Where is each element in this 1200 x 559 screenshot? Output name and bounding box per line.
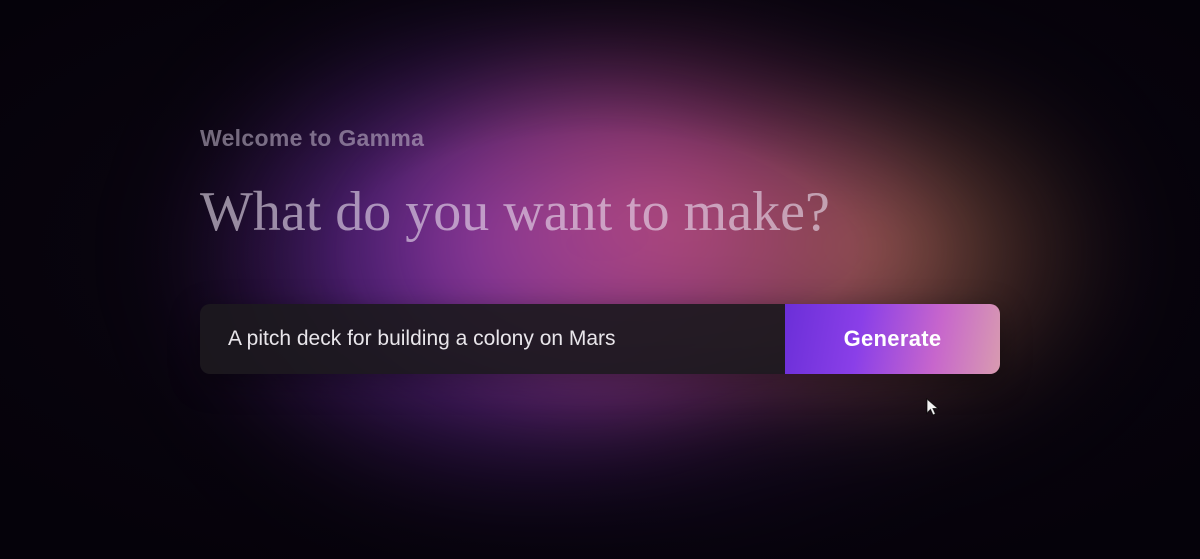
- prompt-input-row: Generate: [200, 304, 1000, 374]
- headline: What do you want to make?: [200, 180, 1000, 244]
- welcome-text: Welcome to Gamma: [200, 125, 1000, 152]
- prompt-input[interactable]: [200, 304, 785, 374]
- generate-button[interactable]: Generate: [785, 304, 1000, 374]
- hero-content: Welcome to Gamma What do you want to mak…: [0, 0, 1200, 374]
